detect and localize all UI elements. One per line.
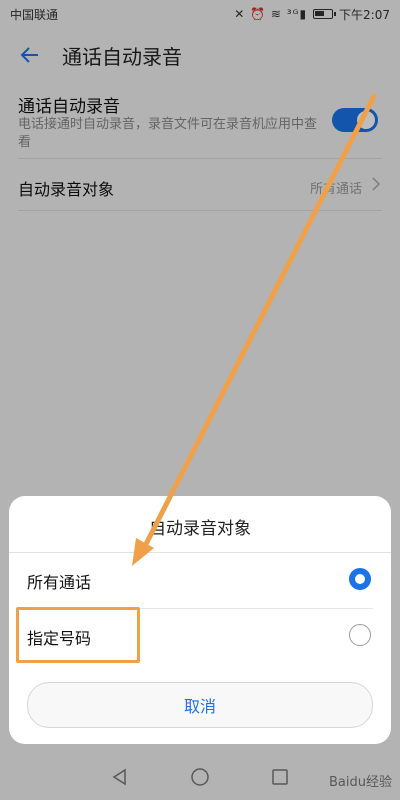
annotation-arrow-icon bbox=[132, 93, 377, 566]
